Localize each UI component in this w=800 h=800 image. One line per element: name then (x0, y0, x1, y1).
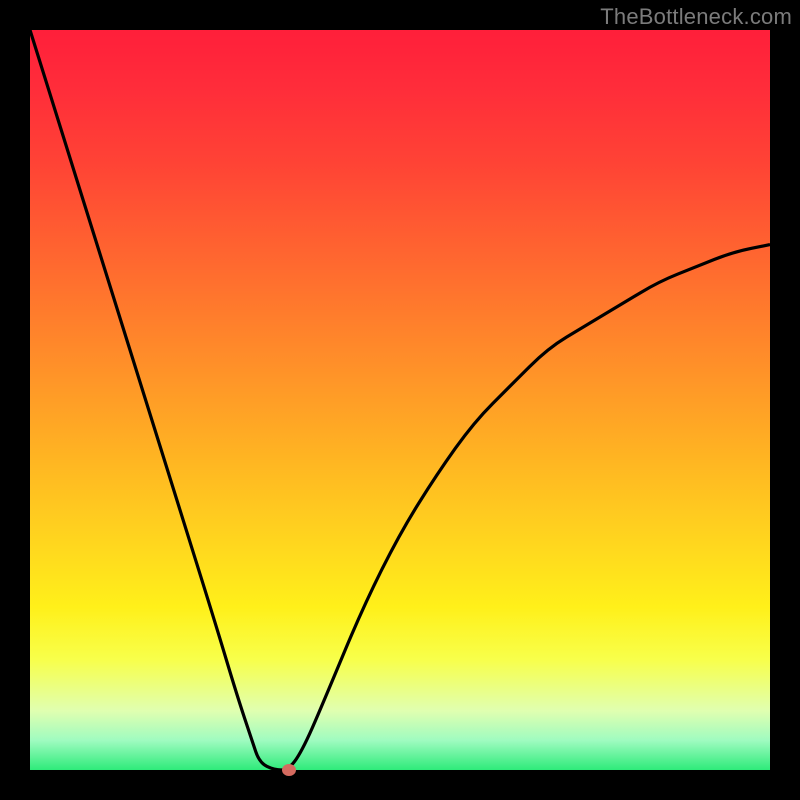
bottleneck-curve (30, 30, 770, 770)
plot-area (30, 30, 770, 770)
watermark-text: TheBottleneck.com (600, 4, 792, 30)
curve-line (30, 30, 770, 770)
chart-frame: TheBottleneck.com (0, 0, 800, 800)
minimum-marker (282, 764, 296, 776)
